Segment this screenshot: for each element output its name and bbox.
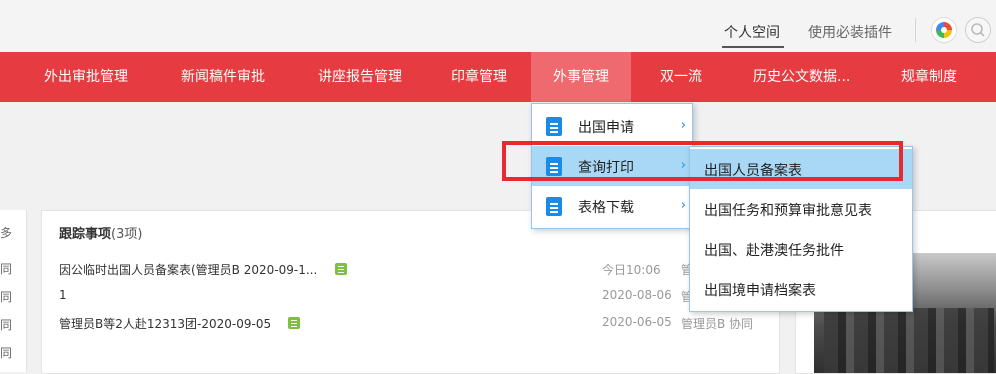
chevron-right-icon: ›: [680, 198, 686, 213]
row-title[interactable]: 1: [59, 288, 67, 302]
panel-title: 跟踪事项(3项): [59, 223, 142, 242]
plugins-link[interactable]: 使用必装插件: [808, 22, 892, 42]
side-text: 多: [0, 226, 13, 240]
divider: [915, 18, 916, 42]
main-nav: 外出审批管理 新闻稿件审批 讲座报告管理 印章管理 外事管理 双一流 历史公文数…: [0, 52, 996, 102]
menu-item-label: 出国境申请档案表: [704, 283, 816, 299]
row-user: 管理员B 协同: [681, 317, 754, 331]
menu-item-label: 出国任务和预算审批意见表: [704, 203, 872, 219]
left-panel-strip: 多 同 同 同 同: [0, 210, 27, 372]
side-text: 同: [0, 318, 13, 332]
panel-count: (3项): [111, 227, 143, 242]
document-icon: [335, 263, 347, 275]
menu-item-go-abroad-apply[interactable]: 出国申请 ›: [532, 106, 692, 146]
submenu-item-archive[interactable]: 出国境申请档案表: [690, 269, 912, 309]
side-text: 同: [0, 346, 13, 360]
side-text: 同: [0, 262, 13, 276]
highlight-box: [502, 141, 903, 181]
menu-item-label: 表格下载: [578, 200, 634, 216]
document-icon: [288, 317, 300, 329]
submenu-item-task-budget[interactable]: 出国任务和预算审批意见表: [690, 189, 912, 229]
table-row[interactable]: 1 2020-08-06 管: [59, 288, 769, 306]
row-date: 2020-08-06: [602, 288, 672, 302]
search-icon[interactable]: [965, 17, 991, 43]
row-title[interactable]: 因公临时出国人员备案表(管理员B 2020-09-1...: [59, 261, 317, 278]
personal-space-link[interactable]: 个人空间: [724, 22, 780, 42]
top-bar: 个人空间 使用必装插件: [0, 0, 996, 52]
table-row[interactable]: 管理员B等2人赴12313团-2020-09-05 2020-06-05 管理员…: [59, 315, 769, 333]
side-text: 同: [0, 290, 13, 304]
nav-news-approval[interactable]: 新闻稿件审批: [181, 52, 265, 102]
nav-history-data[interactable]: 历史公文数据...: [753, 52, 850, 102]
color-wheel-icon[interactable]: [931, 17, 957, 43]
row-date: 今日10:06: [602, 263, 661, 277]
nav-lecture-management[interactable]: 讲座报告管理: [318, 52, 402, 102]
row-date: 2020-06-05: [602, 315, 672, 329]
nav-regulations[interactable]: 规章制度: [901, 52, 957, 102]
nav-foreign-affairs[interactable]: 外事管理: [531, 52, 631, 102]
active-underline: [722, 46, 784, 48]
chevron-right-icon: ›: [680, 118, 686, 133]
row-title[interactable]: 管理员B等2人赴12313团-2020-09-05: [59, 315, 271, 332]
tracking-panel: 跟踪事项(3项) 因公临时出国人员备案表(管理员B 2020-09-1... 今…: [41, 210, 780, 374]
table-row[interactable]: 因公临时出国人员备案表(管理员B 2020-09-1... 今日10:06 管: [59, 261, 769, 279]
menu-item-label: 出国申请: [578, 120, 634, 136]
panel-title-text: 跟踪事项: [59, 227, 112, 242]
nav-double-first-class[interactable]: 双一流: [660, 52, 702, 102]
document-icon: [546, 117, 562, 136]
nav-outing-approval[interactable]: 外出审批管理: [44, 52, 128, 102]
document-icon: [546, 197, 562, 216]
nav-seal-management[interactable]: 印章管理: [451, 52, 507, 102]
submenu-item-task-approval[interactable]: 出国、赴港澳任务批件: [690, 229, 912, 269]
menu-item-label: 出国、赴港澳任务批件: [704, 243, 844, 259]
menu-item-form-download[interactable]: 表格下载 ›: [532, 186, 692, 226]
